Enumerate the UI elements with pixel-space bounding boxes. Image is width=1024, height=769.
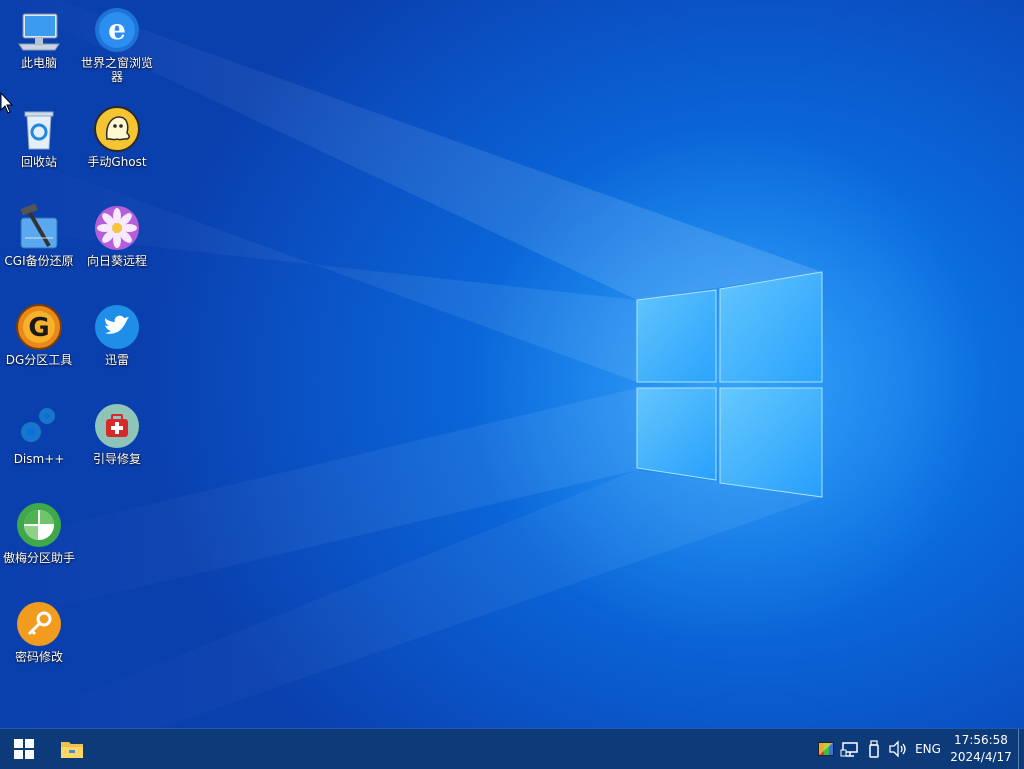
- diskgenius-icon: G: [16, 304, 62, 350]
- desktop-icon-label: Dism++: [13, 452, 65, 466]
- svg-text:G: G: [28, 313, 49, 343]
- browser-icon: e: [95, 8, 139, 52]
- file-explorer-button[interactable]: [48, 729, 96, 769]
- start-button[interactable]: [0, 729, 48, 769]
- desktop-icon-browser[interactable]: e 世界之窗浏览器: [78, 0, 156, 84]
- desktop-icon-label: 此电脑: [20, 56, 57, 70]
- desktop-icon-sunflower[interactable]: 向日葵远程: [78, 198, 156, 268]
- windows-logo-icon: [14, 739, 34, 759]
- volume-icon[interactable]: [888, 739, 908, 759]
- desktop-icon-ghost[interactable]: 手动Ghost: [78, 99, 156, 169]
- thunder-icon: [95, 305, 139, 349]
- color-display-icon[interactable]: [816, 739, 836, 759]
- taskbar: ENG 17:56:58 2024/4/17: [0, 728, 1024, 769]
- input-language-indicator[interactable]: ENG: [912, 729, 944, 769]
- desktop-icon-label: 世界之窗浏览器: [80, 56, 153, 84]
- desktop-icon-label: 密码修改: [14, 650, 63, 664]
- desktop-icon-dism[interactable]: Dism++: [0, 396, 78, 466]
- password-key-icon: [17, 602, 61, 646]
- desktop-icon-label: 迅雷: [104, 353, 129, 367]
- desktop-icon-label: 傲梅分区助手: [2, 551, 75, 565]
- usb-icon[interactable]: [864, 739, 884, 759]
- ghost-icon: [94, 106, 140, 152]
- file-explorer-icon: [61, 742, 83, 758]
- desktop-icon-label: CGI备份还原: [4, 254, 74, 268]
- computer-icon: [18, 13, 60, 51]
- desktop-icon-password-change[interactable]: 密码修改: [0, 594, 78, 664]
- desktop-icon-label: 手动Ghost: [87, 155, 147, 169]
- boot-repair-icon: [95, 404, 139, 448]
- network-icon[interactable]: [840, 739, 860, 759]
- desktop-icon-label: 回收站: [20, 155, 57, 169]
- desktop-icon-this-pc[interactable]: 此电脑: [0, 0, 78, 70]
- desktop-icon-diskgenius[interactable]: G DG分区工具: [0, 297, 78, 367]
- taskbar-clock[interactable]: 17:56:58 2024/4/17: [948, 732, 1014, 766]
- desktop-icon-label: DG分区工具: [5, 353, 73, 367]
- desktop-icon-thunder[interactable]: 迅雷: [78, 297, 156, 367]
- dism-gear-icon: [21, 408, 55, 442]
- desktop-icon-partition-assistant[interactable]: 傲梅分区助手: [0, 495, 78, 565]
- desktop-icon-cgi-backup[interactable]: CGI备份还原: [0, 198, 78, 268]
- partition-assistant-icon: [17, 503, 61, 547]
- clock-date: 2024/4/17: [950, 750, 1012, 764]
- sunflower-icon: [95, 206, 139, 250]
- mouse-cursor-icon: [0, 92, 14, 114]
- desktop-icon-boot-repair[interactable]: 引导修复: [78, 396, 156, 466]
- desktop-icon-label: 引导修复: [92, 452, 141, 466]
- svg-text:e: e: [108, 13, 126, 46]
- recycle-bin-icon: [24, 111, 54, 150]
- show-desktop-button[interactable]: [1018, 729, 1024, 769]
- clock-time: 17:56:58: [954, 733, 1008, 747]
- backup-tool-icon: [20, 204, 58, 249]
- desktop-icon-label: 向日葵远程: [86, 254, 147, 268]
